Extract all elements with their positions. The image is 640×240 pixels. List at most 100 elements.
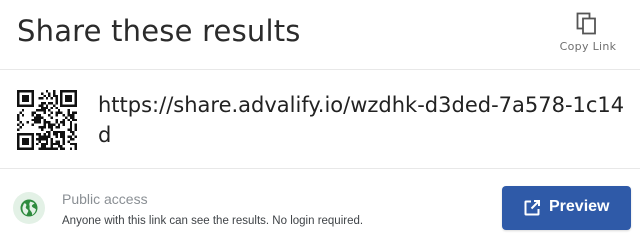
qr-module (21, 123, 25, 126)
qr-module (43, 123, 46, 126)
qr-module (60, 90, 63, 93)
qr-module (72, 111, 75, 114)
qr-module (48, 109, 51, 112)
share-header: Share these results Copy Link (0, 0, 640, 70)
qr-module (38, 133, 41, 136)
qr-module (62, 140, 65, 143)
qr-module (50, 126, 53, 129)
qr-module (62, 121, 65, 124)
qr-module (26, 138, 29, 141)
qr-module (48, 135, 51, 138)
qr-module (69, 135, 73, 138)
qr-module (26, 94, 29, 98)
qr-module (43, 138, 46, 141)
qr-module (19, 111, 22, 114)
qr-module (19, 104, 22, 107)
qr-module (60, 104, 63, 107)
qr-module (74, 104, 77, 107)
qr-module (38, 135, 41, 138)
qr-module (48, 94, 51, 98)
qr-module (62, 142, 65, 146)
qr-code-icon (17, 90, 77, 150)
qr-module (21, 109, 25, 112)
qr-module (38, 126, 41, 129)
qr-module (74, 145, 77, 148)
qr-module (45, 138, 49, 141)
qr-module (21, 142, 25, 146)
qr-module (26, 99, 29, 102)
qr-module (53, 130, 56, 134)
qr-module (62, 118, 65, 122)
qr-module (21, 97, 25, 100)
qr-module (50, 111, 53, 114)
qr-module (67, 140, 70, 143)
qr-module (72, 142, 75, 146)
qr-module (45, 97, 49, 100)
qr-module (21, 138, 25, 141)
qr-module (57, 123, 61, 126)
qr-module (55, 133, 58, 136)
qr-module (67, 114, 70, 117)
qr-module (31, 138, 34, 141)
qr-module (17, 99, 20, 102)
qr-module (57, 142, 61, 146)
qr-module (31, 97, 34, 100)
qr-module (67, 128, 70, 131)
preview-button[interactable]: Preview (502, 186, 631, 230)
qr-module (67, 109, 70, 112)
qr-module (24, 142, 27, 146)
access-section: Public access Anyone with this link can … (0, 170, 640, 240)
qr-module (31, 90, 34, 93)
qr-module (43, 147, 46, 150)
qr-module (69, 90, 73, 93)
qr-module (31, 123, 34, 126)
qr-module (57, 130, 61, 134)
qr-module (74, 94, 77, 98)
qr-module (74, 102, 77, 105)
qr-module (67, 97, 70, 100)
qr-module (74, 99, 77, 102)
qr-module (17, 102, 20, 105)
qr-module (62, 114, 65, 117)
qr-module (36, 133, 39, 136)
qr-module (60, 145, 63, 148)
qr-module (17, 145, 20, 148)
qr-module (31, 94, 34, 98)
qr-module (31, 111, 34, 114)
qr-module (65, 90, 68, 93)
qr-module (48, 133, 51, 136)
qr-module (48, 123, 51, 126)
qr-module (74, 135, 77, 138)
qr-module (48, 102, 51, 105)
qr-module (55, 135, 58, 138)
qr-module (33, 118, 37, 122)
qr-module (55, 147, 58, 150)
copy-link-button[interactable]: Copy Link (548, 10, 628, 58)
qr-module (62, 123, 65, 126)
qr-module (31, 135, 34, 138)
qr-module (41, 142, 44, 146)
qr-module (65, 116, 68, 119)
qr-module (36, 142, 39, 146)
qr-module (57, 140, 61, 143)
qr-module (43, 118, 46, 122)
qr-module (36, 109, 39, 112)
copy-link-label: Copy Link (559, 40, 617, 53)
qr-module (41, 104, 44, 107)
qr-module (31, 118, 34, 122)
qr-module (55, 130, 58, 134)
qr-module (69, 94, 73, 98)
share-url[interactable]: https://share.advalify.io/wzdhk-d3ded-7a… (98, 90, 628, 150)
qr-module (72, 130, 75, 134)
qr-module (55, 102, 58, 105)
qr-module (26, 140, 29, 143)
qr-module (33, 116, 37, 119)
qr-module (53, 123, 56, 126)
qr-module (41, 138, 44, 141)
qr-module (43, 135, 46, 138)
qr-module (48, 92, 51, 95)
qr-module (21, 147, 25, 150)
qr-module (24, 147, 27, 150)
qr-module (53, 90, 56, 93)
qr-module (53, 94, 56, 98)
